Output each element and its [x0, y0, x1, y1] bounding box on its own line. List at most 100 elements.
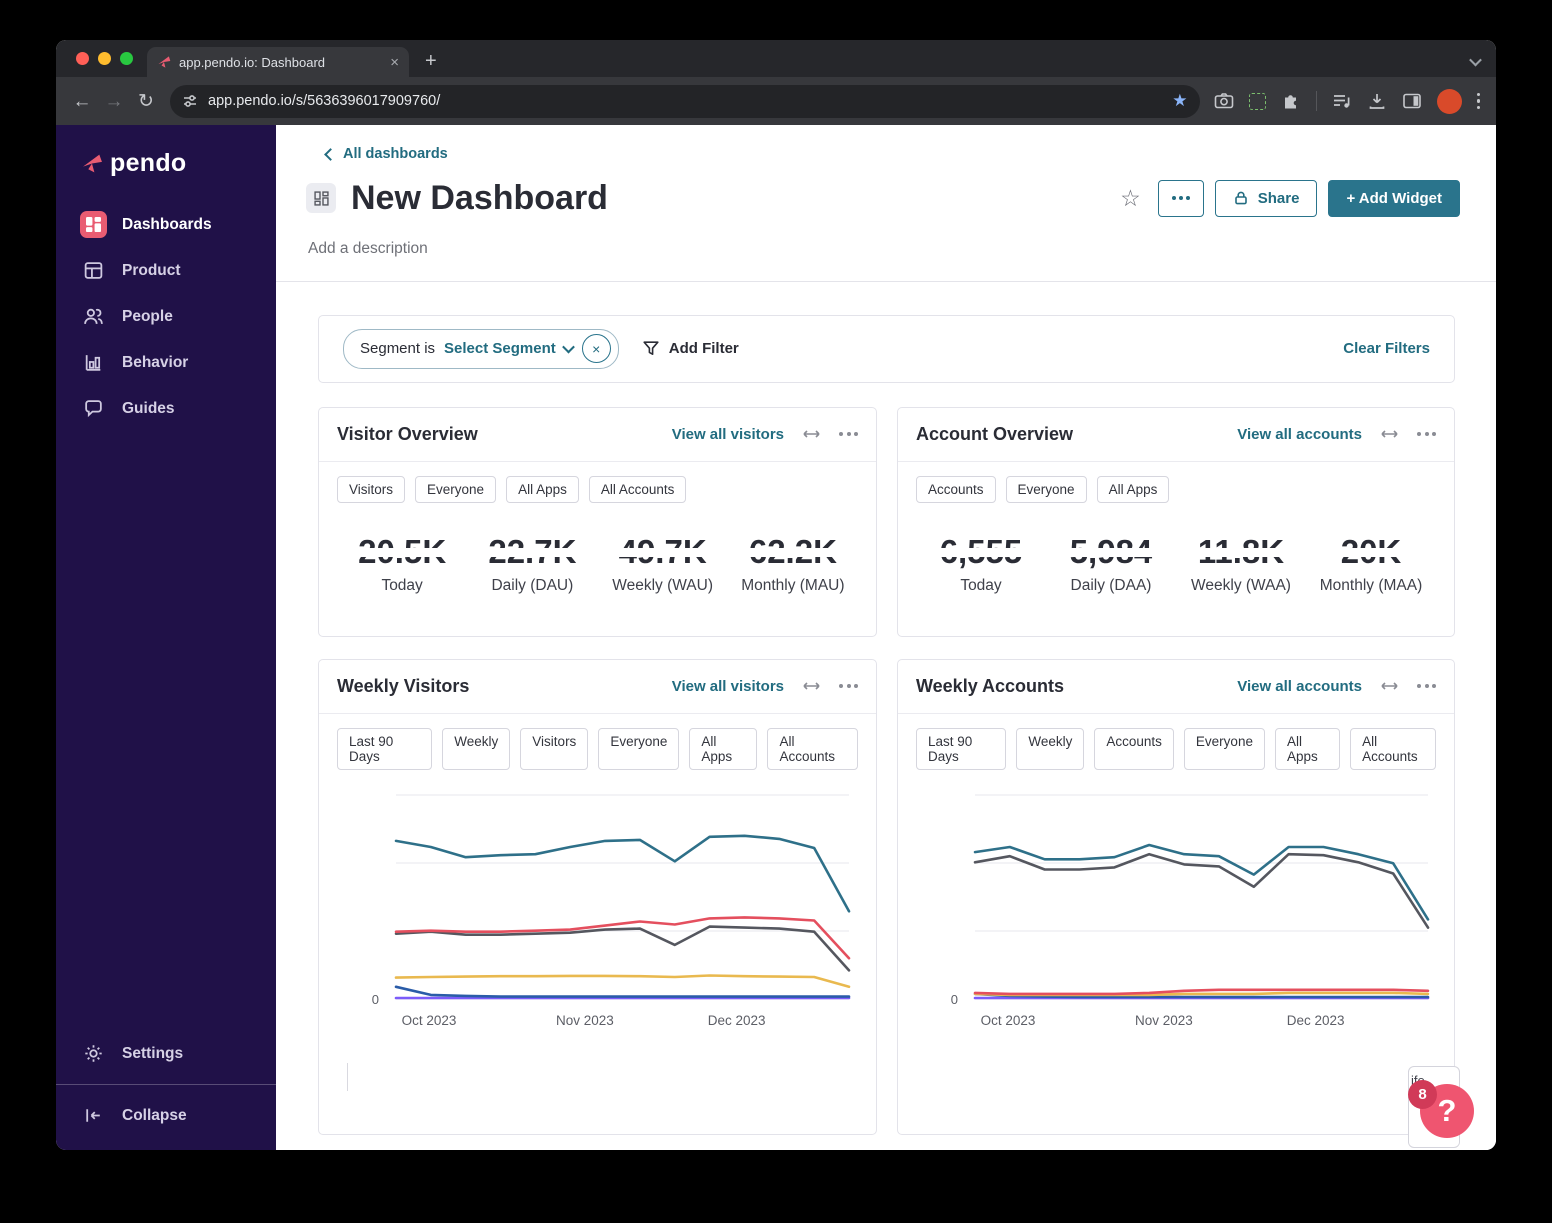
close-window-button[interactable]	[76, 52, 89, 65]
screenshot-camera-icon[interactable]	[1214, 91, 1234, 111]
lock-icon	[1234, 191, 1247, 205]
minimize-window-button[interactable]	[98, 52, 111, 65]
weekly-visitors-card: Weekly Visitors View all visitors Last 9…	[318, 658, 877, 1135]
dashboard-description-placeholder[interactable]: Add a description	[308, 240, 1496, 258]
segment-select-dropdown[interactable]: Select Segment	[444, 340, 575, 357]
bookmark-star-icon[interactable]: ★	[1172, 91, 1187, 111]
tag: All Apps	[1096, 475, 1170, 503]
new-tab-button[interactable]: +	[425, 51, 437, 71]
resize-widget-icon[interactable]	[801, 428, 822, 440]
forward-icon[interactable]: →	[98, 92, 130, 111]
add-filter-button[interactable]: Add Filter	[643, 340, 739, 357]
card-menu-icon[interactable]	[1417, 432, 1436, 437]
tag: All Apps	[506, 475, 579, 503]
stat-label: Weekly (WAA)	[1191, 576, 1291, 594]
stat-label: Monthly (MAU)	[741, 576, 845, 594]
tab-title: app.pendo.io: Dashboard	[179, 54, 326, 70]
stat-value: 20K	[1336, 532, 1405, 570]
site-settings-icon[interactable]	[182, 93, 198, 109]
sidebar-collapse-button[interactable]: Collapse	[72, 1097, 260, 1134]
resize-widget-icon[interactable]	[1379, 680, 1400, 692]
x-tick-label: Oct 2023	[402, 1013, 457, 1028]
side-panel-icon[interactable]	[1402, 91, 1422, 111]
card-title: Weekly Accounts	[916, 675, 1065, 696]
zoom-window-button[interactable]	[120, 52, 133, 65]
chevron-left-icon	[324, 147, 337, 161]
reload-icon[interactable]: ↻	[130, 92, 162, 111]
tab-search-chevron-icon[interactable]	[1469, 53, 1482, 71]
tag: Last 90 Days	[337, 727, 433, 770]
tag: Accounts	[916, 475, 996, 503]
downloads-icon[interactable]	[1367, 91, 1387, 111]
sidebar-item-dashboards[interactable]: Dashboards	[72, 206, 260, 243]
stat-label: Daily (DAU)	[491, 576, 574, 594]
series-line-gray	[394, 924, 851, 972]
visitor-overview-card: Visitor Overview View all visitors Visit…	[318, 406, 877, 637]
stat-value: 11.8K	[1193, 532, 1289, 570]
dashboard-grid-icon	[306, 183, 336, 214]
tab-close-icon[interactable]: ×	[390, 54, 399, 71]
tag: All Accounts	[588, 475, 687, 503]
tag: Weekly	[1016, 727, 1085, 770]
sidebar-item-label: Behavior	[122, 353, 189, 371]
y-tick-label: 0	[951, 992, 958, 1007]
url-text[interactable]: app.pendo.io/s/5636396017909760/	[208, 93, 1172, 109]
behavior-chart-icon	[80, 352, 107, 373]
media-playlist-icon[interactable]	[1332, 91, 1352, 111]
pendo-logo-text: pendo	[110, 149, 187, 177]
back-icon[interactable]: ←	[66, 92, 98, 111]
stat-value: 5,984	[1065, 532, 1156, 570]
sidebar-item-people[interactable]: People	[72, 298, 260, 335]
resize-widget-icon[interactable]	[1379, 428, 1400, 440]
sidebar-item-product[interactable]: Product	[72, 252, 260, 289]
browser-tabstrip: app.pendo.io: Dashboard × +	[56, 40, 1496, 77]
card-body: Accounts Everyone All Apps 6,555 Today 5…	[898, 462, 1454, 609]
all-dashboards-back-link[interactable]: All dashboards	[324, 146, 448, 162]
capture-area-icon[interactable]	[1248, 92, 1266, 110]
browser-menu-icon[interactable]	[1476, 92, 1480, 110]
sidebar-item-behavior[interactable]: Behavior	[72, 344, 260, 381]
gear-icon	[80, 1043, 107, 1064]
segment-filter-pill[interactable]: Segment is Select Segment ×	[343, 328, 619, 369]
tag: All Accounts	[767, 727, 859, 770]
stat-label: Today	[960, 576, 1002, 594]
clear-filters-button[interactable]: Clear Filters	[1343, 340, 1430, 357]
widgets-grid: Visitor Overview View all visitors Visit…	[318, 406, 1455, 1135]
browser-toolbar: ← → ↻ app.pendo.io/s/5636396017909760/ ★	[56, 77, 1496, 125]
stat-daa: 5,984 Daily (DAA)	[1046, 535, 1176, 595]
card-menu-icon[interactable]	[839, 432, 858, 437]
view-all-accounts-link[interactable]: View all accounts	[1237, 426, 1362, 443]
stat-waa: 11.8K Weekly (WAA)	[1176, 535, 1306, 595]
x-tick-label: Nov 2023	[556, 1013, 614, 1028]
profile-avatar[interactable]	[1436, 88, 1462, 114]
favorite-star-icon[interactable]: ☆	[1120, 185, 1141, 212]
dashboards-icon	[80, 211, 107, 238]
view-all-accounts-link[interactable]: View all accounts	[1237, 678, 1362, 695]
tag: Visitors	[337, 475, 406, 503]
view-all-visitors-link[interactable]: View all visitors	[672, 678, 784, 695]
extensions-puzzle-icon[interactable]	[1281, 91, 1301, 111]
add-widget-button[interactable]: + Add Widget	[1328, 179, 1460, 217]
sidebar-item-guides[interactable]: Guides	[72, 390, 260, 427]
more-options-button[interactable]	[1157, 179, 1204, 217]
pendo-logo[interactable]: pendo	[82, 149, 276, 178]
ellipsis-icon	[1171, 196, 1190, 201]
sidebar-item-label: Collapse	[122, 1106, 187, 1124]
card-tags: Visitors Everyone All Apps All Accounts	[337, 475, 858, 503]
tag: Weekly	[442, 727, 511, 770]
url-bar[interactable]: app.pendo.io/s/5636396017909760/ ★	[170, 84, 1200, 118]
page-header: New Dashboard ☆ Share + Add Widget	[306, 179, 1460, 218]
share-button[interactable]: Share	[1214, 179, 1318, 217]
browser-tab[interactable]: app.pendo.io: Dashboard ×	[147, 47, 409, 77]
product-icon	[80, 260, 107, 281]
resize-widget-icon[interactable]	[801, 680, 822, 692]
x-tick-label: Dec 2023	[708, 1013, 766, 1028]
card-menu-icon[interactable]	[839, 684, 858, 689]
series-line-red	[394, 915, 851, 960]
card-menu-icon[interactable]	[1417, 684, 1436, 689]
sidebar-item-settings[interactable]: Settings	[72, 1035, 260, 1072]
sidebar: pendo Dashboards Product People Behavior…	[56, 125, 276, 1150]
remove-segment-filter-button[interactable]: ×	[581, 334, 611, 364]
view-all-visitors-link[interactable]: View all visitors	[672, 426, 784, 443]
stat-dau: 22.7K Daily (DAU)	[467, 535, 597, 595]
